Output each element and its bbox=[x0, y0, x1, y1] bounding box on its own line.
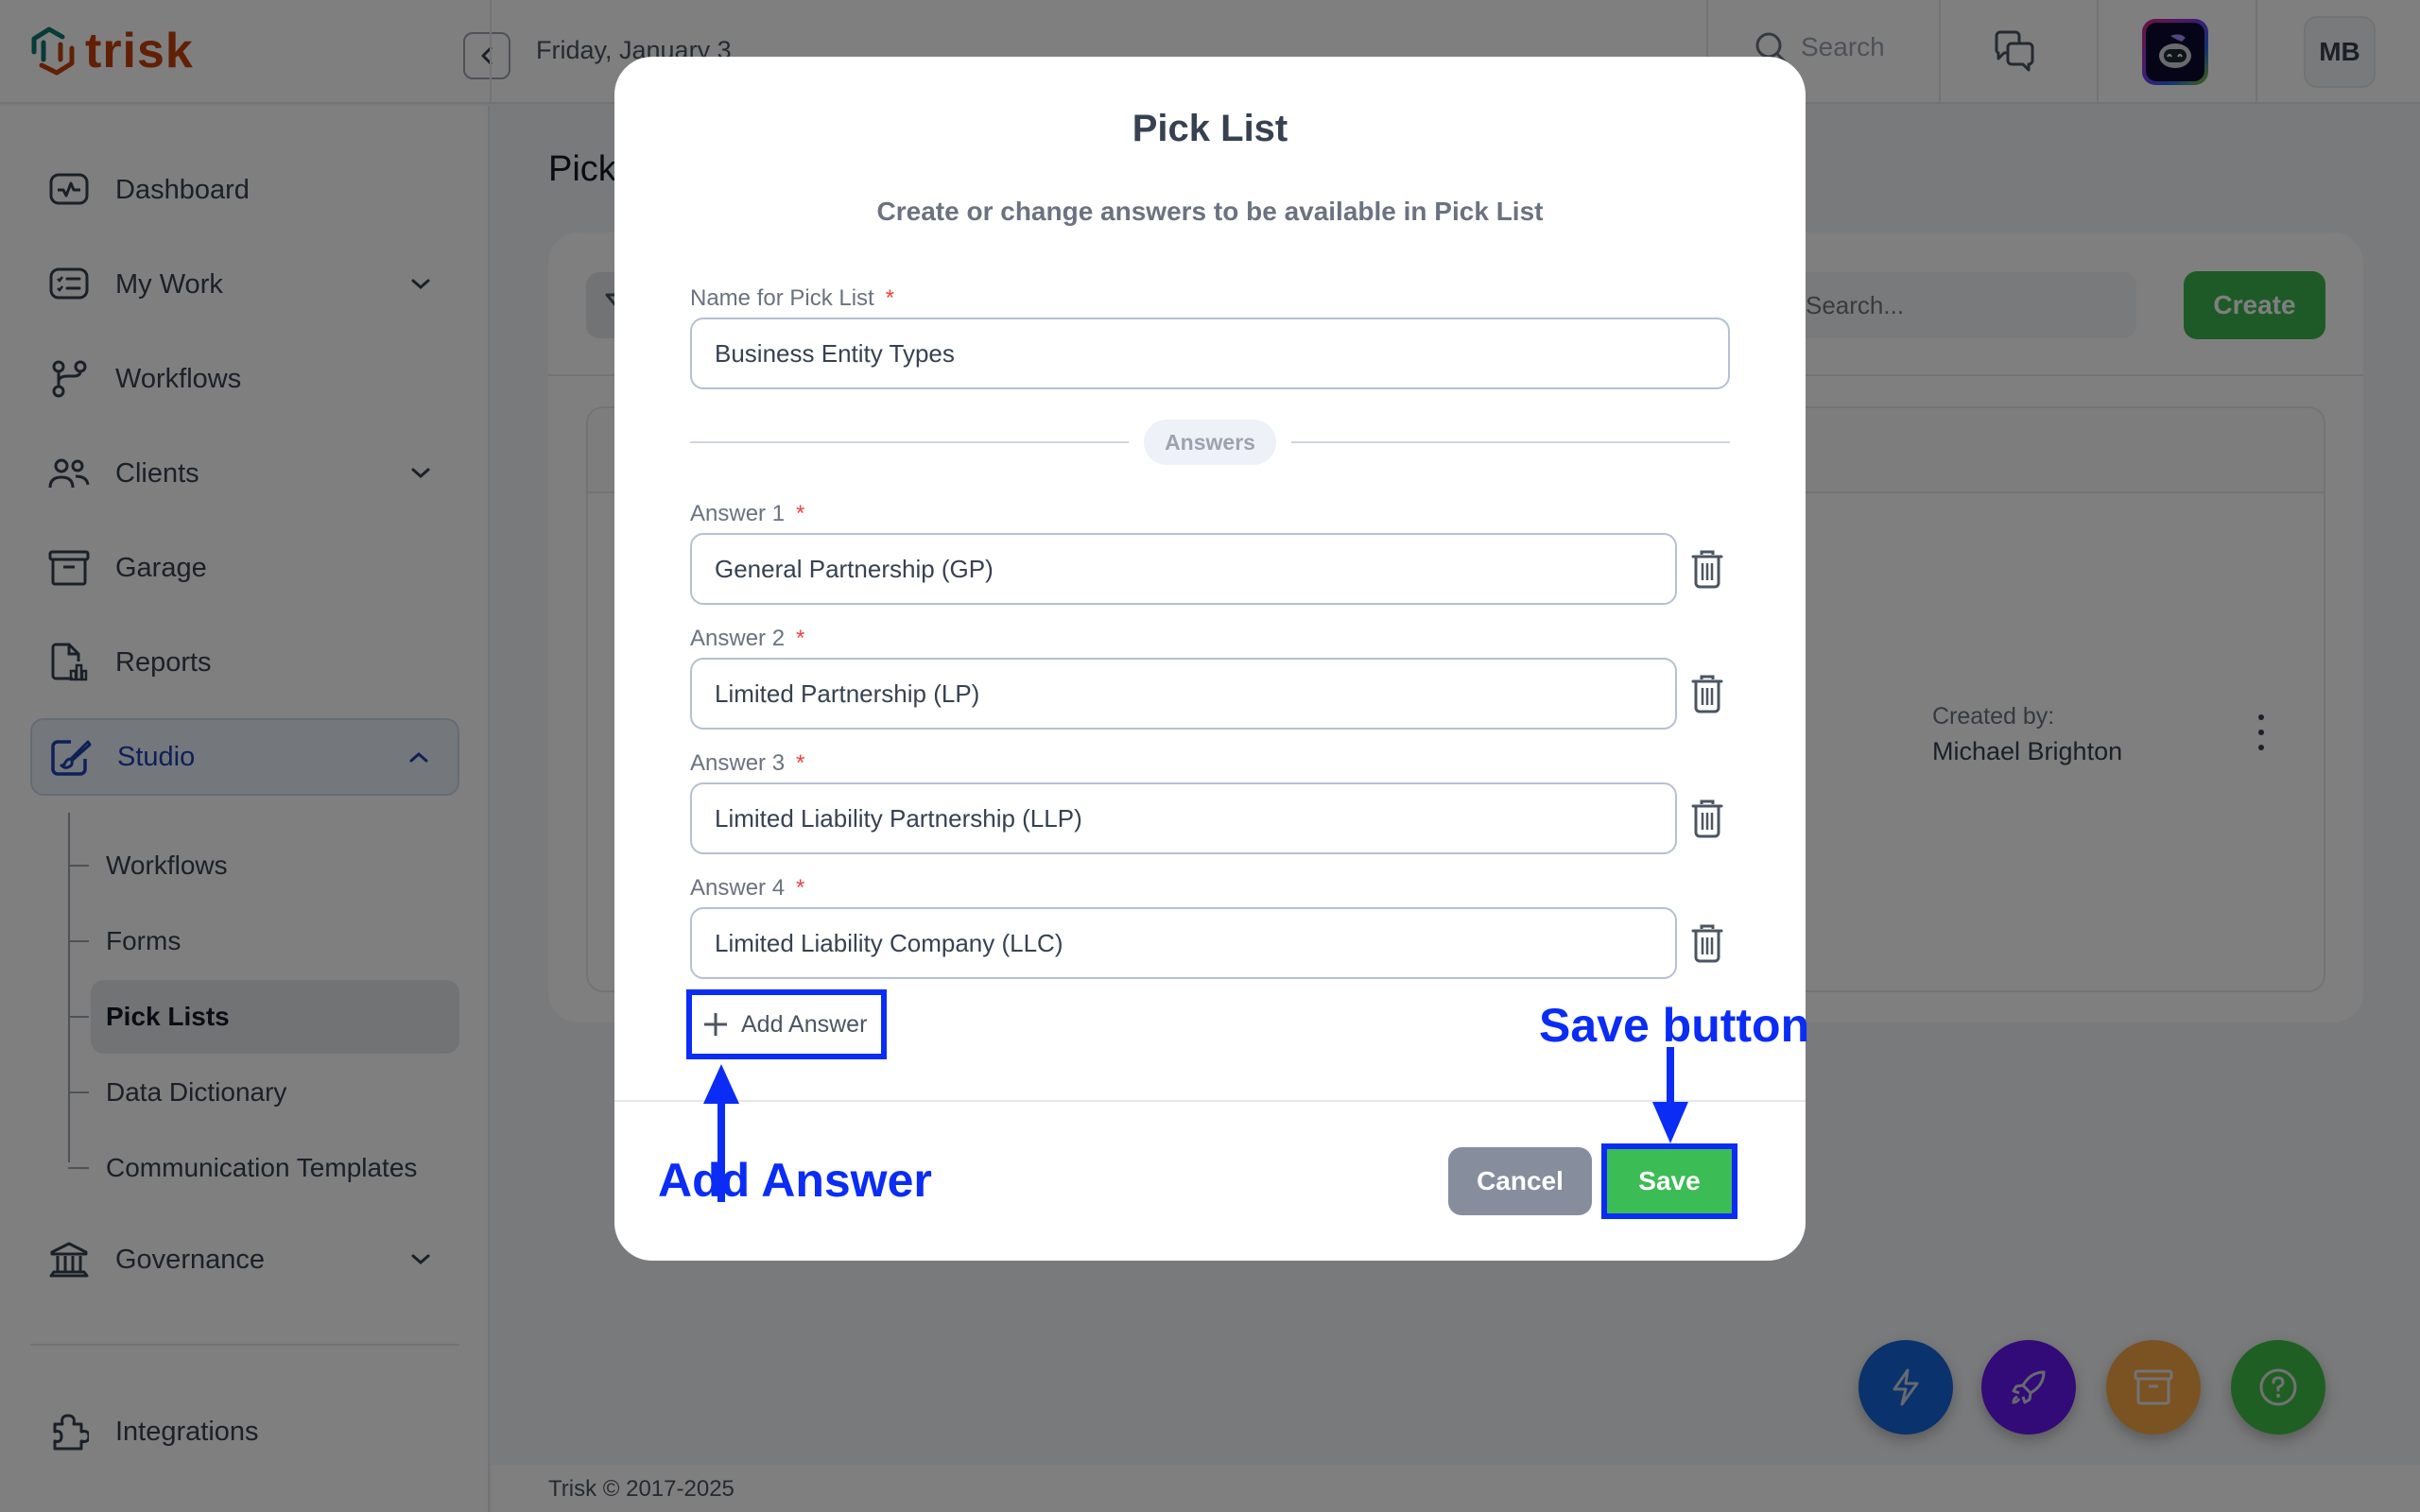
name-label-text: Name for Pick List bbox=[690, 285, 874, 311]
modal-title: Pick List bbox=[1132, 108, 1288, 149]
plus-icon bbox=[704, 1013, 727, 1036]
trash-icon bbox=[1691, 799, 1723, 838]
answer-2-input[interactable] bbox=[690, 658, 1677, 730]
required-asterisk: * bbox=[796, 875, 805, 901]
answers-section-label: Answers bbox=[1144, 420, 1276, 465]
cancel-button[interactable]: Cancel bbox=[1448, 1147, 1592, 1215]
required-asterisk: * bbox=[796, 626, 805, 651]
trash-icon bbox=[1691, 550, 1723, 589]
name-field-label: Name for Pick List * bbox=[690, 285, 894, 312]
answer-label-text: Answer 4 bbox=[690, 875, 786, 901]
pick-list-name-input[interactable] bbox=[690, 318, 1730, 389]
delete-answer-3-button[interactable] bbox=[1686, 795, 1728, 842]
answer-3-label: Answer 3 * bbox=[690, 750, 804, 777]
answer-4-label: Answer 4 * bbox=[690, 875, 804, 902]
required-asterisk: * bbox=[796, 750, 805, 776]
answer-label-text: Answer 1 bbox=[690, 501, 786, 526]
answer-label-text: Answer 2 bbox=[690, 626, 786, 651]
answer-1-input[interactable] bbox=[690, 533, 1677, 605]
answer-4-input[interactable] bbox=[690, 907, 1677, 979]
trash-icon bbox=[1691, 675, 1723, 713]
answer-1-label: Answer 1 * bbox=[690, 501, 804, 527]
trash-icon bbox=[1691, 924, 1723, 963]
add-answer-button[interactable]: Add Answer bbox=[686, 989, 887, 1059]
delete-answer-2-button[interactable] bbox=[1686, 670, 1728, 717]
separator-line bbox=[690, 441, 1129, 443]
answer-3-input[interactable] bbox=[690, 782, 1677, 854]
answer-2-label: Answer 2 * bbox=[690, 626, 804, 652]
add-answer-label: Add Answer bbox=[741, 1010, 868, 1038]
modal-subtitle: Create or change answers to be available… bbox=[876, 197, 1544, 226]
delete-answer-4-button[interactable] bbox=[1686, 919, 1728, 967]
annotation-add-answer-label: Add Answer bbox=[658, 1154, 932, 1207]
save-button-highlight: Save bbox=[1601, 1143, 1737, 1219]
save-button[interactable]: Save bbox=[1607, 1149, 1732, 1213]
pick-list-modal: Pick List Create or change answers to be… bbox=[614, 57, 1809, 1261]
required-asterisk: * bbox=[796, 501, 805, 526]
separator-line bbox=[1291, 441, 1730, 443]
answer-label-text: Answer 3 bbox=[690, 750, 786, 776]
required-asterisk: * bbox=[885, 285, 895, 311]
annotation-arrow-down bbox=[1652, 1047, 1688, 1143]
modal-footer-divider bbox=[614, 1100, 1806, 1102]
delete-answer-1-button[interactable] bbox=[1686, 545, 1728, 593]
